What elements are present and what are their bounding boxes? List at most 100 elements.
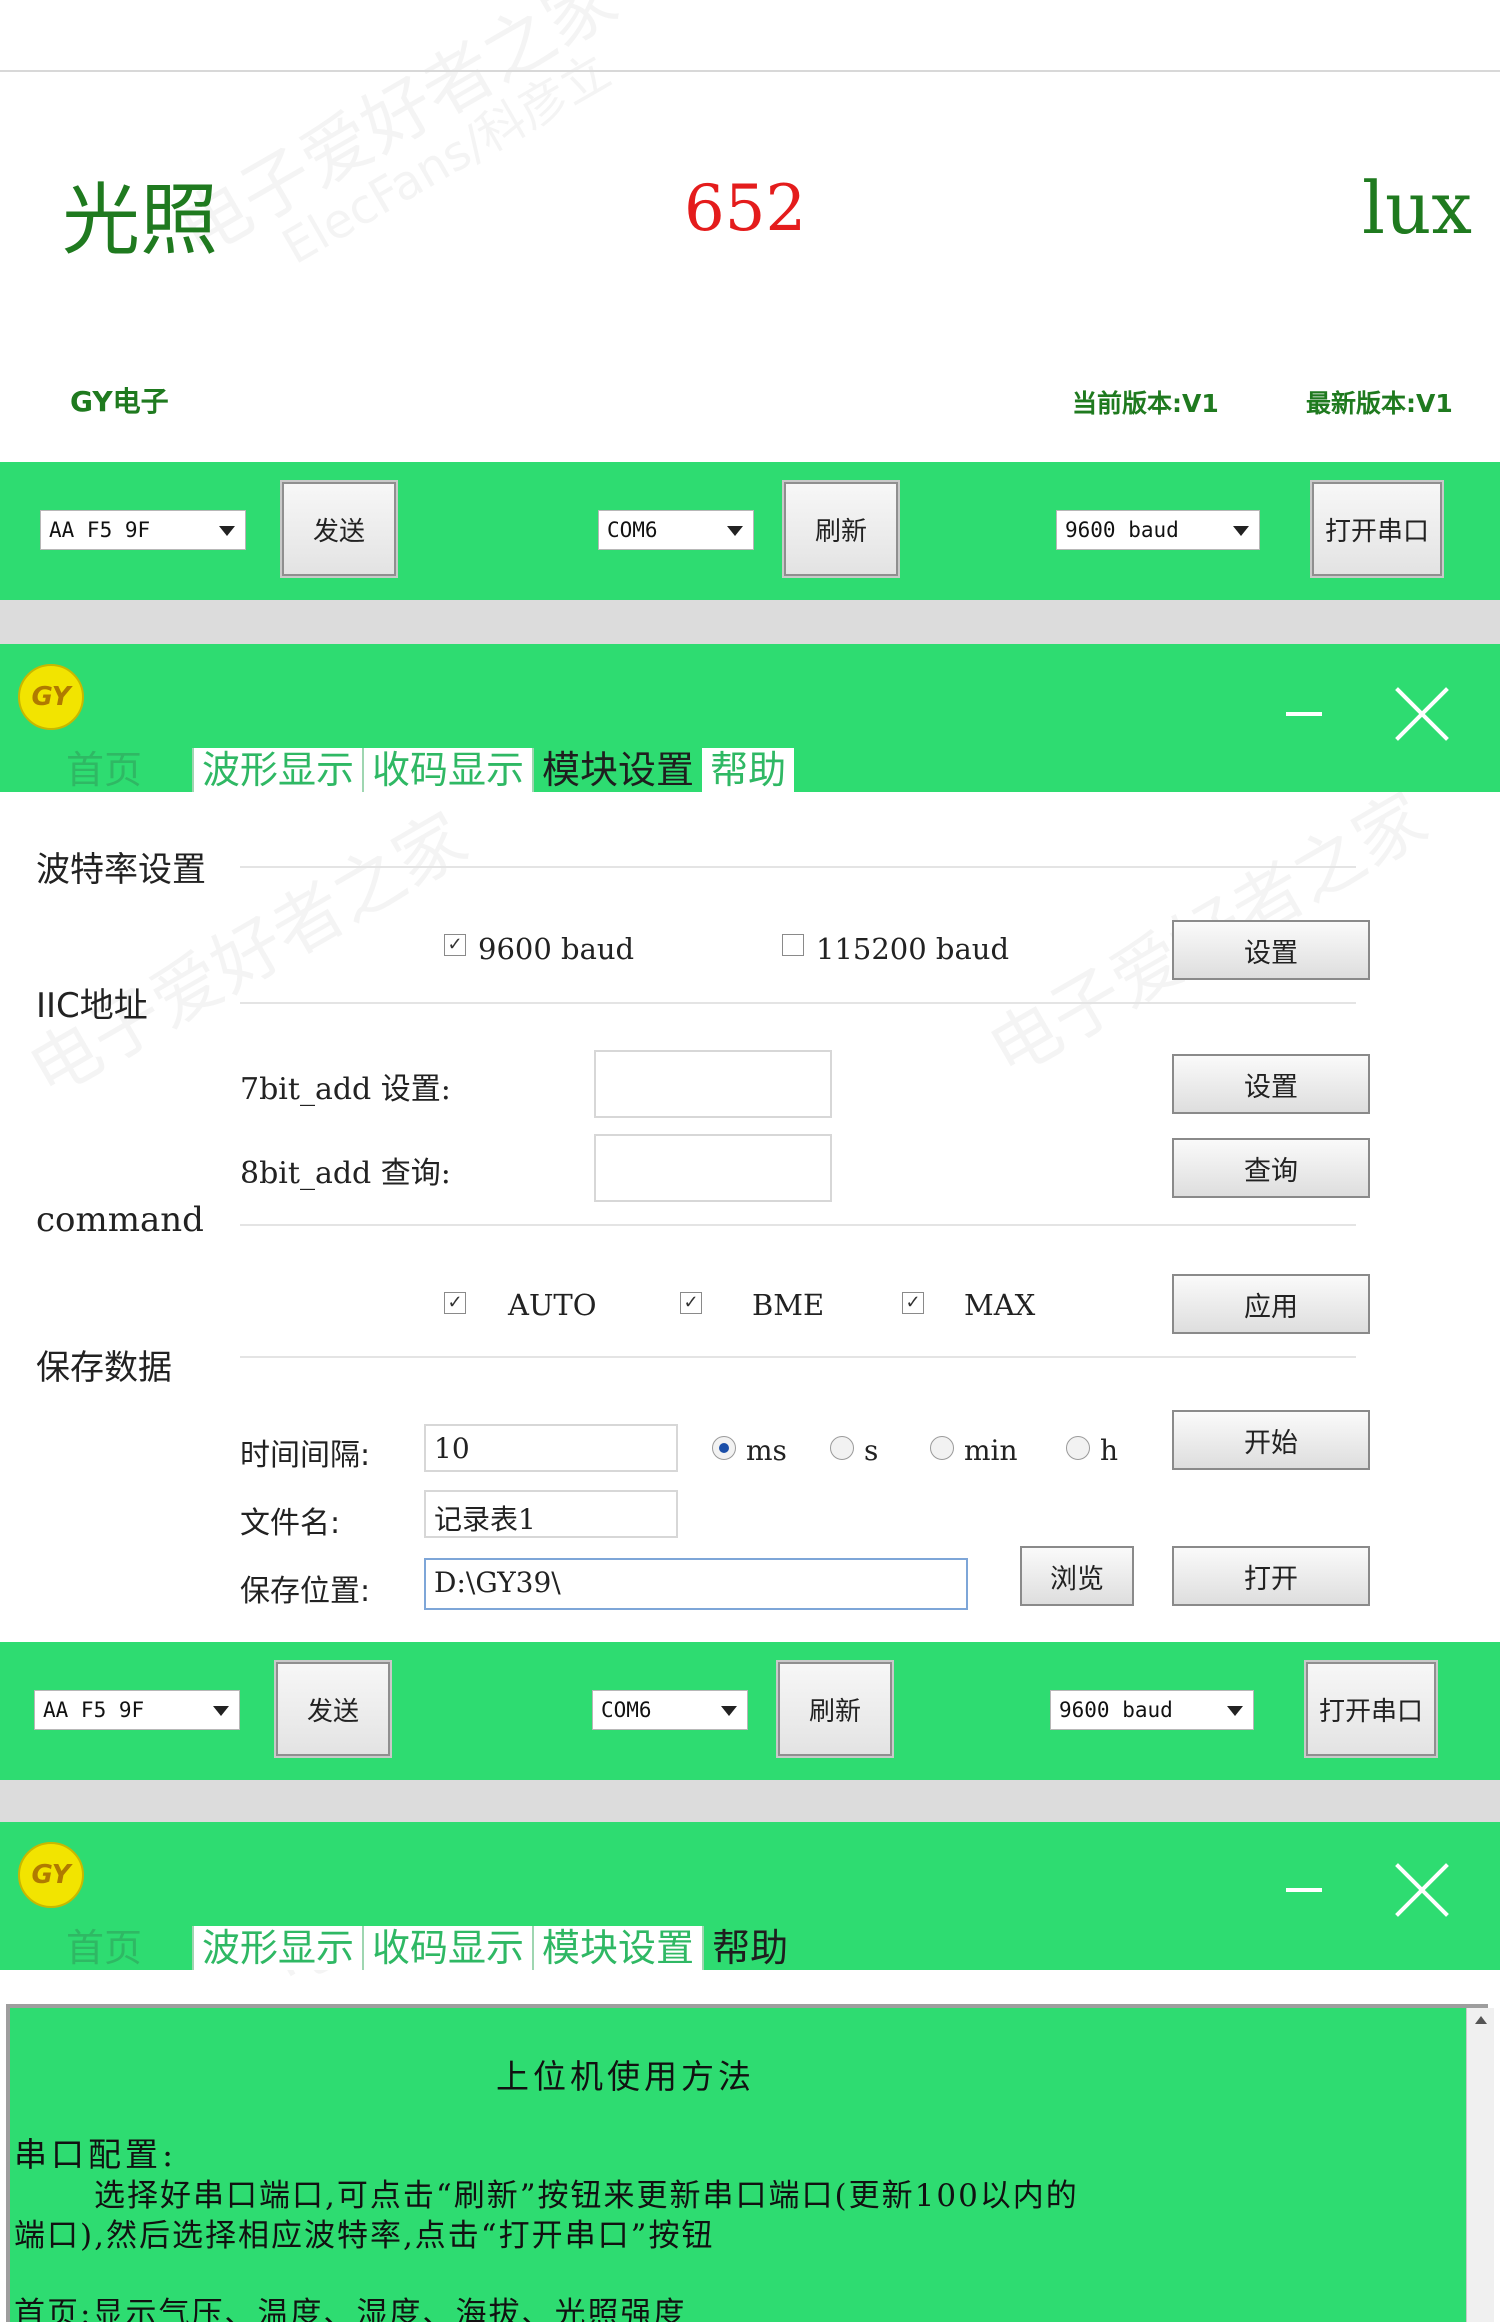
iic-section-title: IIC地址 (36, 986, 148, 1026)
cmd-max-label: MAX (964, 1288, 1036, 1322)
watermark: 电子爱好者之家 (158, 0, 633, 277)
current-version: 当前版本:V1 (1072, 389, 1219, 418)
tab-received-code[interactable]: 收码显示 (362, 748, 533, 792)
baud-select[interactable]: 9600 baud (1050, 1690, 1254, 1730)
baud-9600-label: 9600 baud (478, 932, 635, 966)
scroll-up-icon[interactable] (1475, 2016, 1487, 2024)
baud-select-value: 9600 baud (1065, 518, 1179, 542)
command-section-title: command (36, 1200, 204, 1240)
apply-button[interactable]: 应用 (1172, 1274, 1370, 1334)
tab-home[interactable]: 首页 (58, 748, 150, 792)
chevron-down-icon (219, 526, 235, 536)
divider (240, 1224, 1356, 1226)
port-select[interactable]: COM6 (598, 510, 754, 550)
help-serial-text: 选择好串口端口,可点击“刷新”按钮来更新串口端口(更新100以内的 (94, 2178, 1079, 2214)
command-select[interactable]: AA F5 9F (34, 1690, 240, 1730)
bit8-query-button[interactable]: 查询 (1172, 1138, 1370, 1198)
serial-toolbar: AA F5 9F 发送 COM6 刷新 9600 baud 打开串口 (0, 462, 1500, 600)
browse-button[interactable]: 浏览 (1020, 1546, 1134, 1606)
chevron-down-icon (727, 526, 743, 536)
command-select-value: AA F5 9F (49, 518, 151, 542)
cmd-bme-label: BME (752, 1288, 825, 1322)
command-select[interactable]: AA F5 9F (40, 510, 246, 550)
bit8-label: 8bit_add 查询: (240, 1156, 451, 1191)
tab-bar: 首页 波形显示 收码显示 模块设置 帮助 (0, 748, 795, 792)
refresh-button[interactable]: 刷新 (778, 1662, 892, 1756)
close-icon[interactable] (1392, 684, 1452, 744)
baud-9600-checkbox[interactable]: ✓ (444, 934, 466, 956)
interval-label: 时间间隔: (240, 1438, 371, 1473)
help-home-text: 首页:显示气压、温度、湿度、海拔、光照强度 (14, 2296, 687, 2322)
tab-waveform[interactable]: 波形显示 (192, 748, 363, 792)
refresh-button[interactable]: 刷新 (784, 482, 898, 576)
chevron-down-icon (1233, 526, 1249, 536)
minimize-icon[interactable] (1286, 1888, 1322, 1892)
send-button[interactable]: 发送 (282, 482, 396, 576)
filename-label: 文件名: (240, 1506, 341, 1541)
gy-logo-icon: GY (18, 1842, 84, 1908)
bit7-input[interactable] (594, 1050, 832, 1118)
chevron-down-icon (721, 1706, 737, 1716)
baud-115200-checkbox[interactable] (782, 934, 804, 956)
location-input[interactable]: D:\GY39\ (424, 1558, 968, 1610)
brand-name: GY电子 (70, 385, 169, 418)
bit7-set-button[interactable]: 设置 (1172, 1054, 1370, 1114)
scrollbar[interactable] (1466, 2008, 1494, 2322)
section-gap (0, 1780, 1500, 1822)
window-header: GY 首页 波形显示 收码显示 模块设置 帮助 (0, 1822, 1500, 1970)
divider (0, 70, 1500, 72)
bit8-input[interactable] (594, 1134, 832, 1202)
unit-s-radio[interactable] (830, 1436, 854, 1460)
tab-received-code[interactable]: 收码显示 (362, 1926, 533, 1970)
baud-select[interactable]: 9600 baud (1056, 510, 1260, 550)
help-serial-text: 端口),然后选择相应波特率,点击“打开串口”按钮 (14, 2218, 715, 2254)
tab-help[interactable]: 帮助 (702, 1926, 797, 1970)
unit-ms-radio[interactable] (712, 1436, 736, 1460)
section-gap (0, 600, 1500, 644)
tab-waveform[interactable]: 波形显示 (192, 1926, 363, 1970)
baud-select-value: 9600 baud (1059, 1698, 1173, 1722)
unit-min-radio[interactable] (930, 1436, 954, 1460)
filename-input[interactable]: 记录表1 (424, 1490, 678, 1538)
port-select[interactable]: COM6 (592, 1690, 748, 1730)
location-label: 保存位置: (240, 1574, 371, 1609)
start-button[interactable]: 开始 (1172, 1410, 1370, 1470)
serial-toolbar: AA F5 9F 发送 COM6 刷新 9600 baud 打开串口 (0, 1642, 1500, 1780)
command-select-value: AA F5 9F (43, 1698, 145, 1722)
tab-home[interactable]: 首页 (58, 1926, 150, 1970)
baud-115200-label: 115200 baud (816, 932, 1010, 966)
open-folder-button[interactable]: 打开 (1172, 1546, 1370, 1606)
divider (240, 866, 1356, 868)
tab-module-settings[interactable]: 模块设置 (532, 748, 703, 792)
open-port-button[interactable]: 打开串口 (1312, 482, 1442, 576)
minimize-icon[interactable] (1286, 712, 1322, 716)
help-serial-heading: 串口配置: (14, 2135, 178, 2174)
port-select-value: COM6 (601, 1698, 652, 1722)
send-button[interactable]: 发送 (276, 1662, 390, 1756)
cmd-max-checkbox[interactable]: ✓ (902, 1292, 924, 1314)
close-icon[interactable] (1392, 1860, 1452, 1920)
open-port-button[interactable]: 打开串口 (1306, 1662, 1436, 1756)
tab-module-settings[interactable]: 模块设置 (532, 1926, 703, 1970)
interval-input[interactable]: 10 (424, 1424, 678, 1472)
window-header: GY 首页 波形显示 收码显示 模块设置 帮助 (0, 644, 1500, 792)
chevron-down-icon (213, 1706, 229, 1716)
latest-version: 最新版本:V1 (1306, 389, 1453, 418)
chevron-down-icon (1227, 1706, 1243, 1716)
unit-ms-label: ms (746, 1434, 787, 1467)
cmd-bme-checkbox[interactable]: ✓ (680, 1292, 702, 1314)
cmd-auto-checkbox[interactable]: ✓ (444, 1292, 466, 1314)
tab-help[interactable]: 帮助 (702, 748, 795, 792)
divider (240, 1356, 1356, 1358)
divider (240, 1002, 1356, 1004)
baud-section-title: 波特率设置 (36, 850, 206, 890)
light-value: 652 (684, 172, 807, 246)
unit-s-label: s (864, 1434, 879, 1467)
baud-set-button[interactable]: 设置 (1172, 920, 1370, 980)
cmd-auto-label: AUTO (508, 1288, 597, 1322)
unit-h-label: h (1100, 1434, 1119, 1467)
save-section-title: 保存数据 (36, 1348, 172, 1388)
light-unit: lux (1362, 166, 1473, 250)
unit-h-radio[interactable] (1066, 1436, 1090, 1460)
help-title: 上位机使用方法 (496, 2057, 755, 2096)
